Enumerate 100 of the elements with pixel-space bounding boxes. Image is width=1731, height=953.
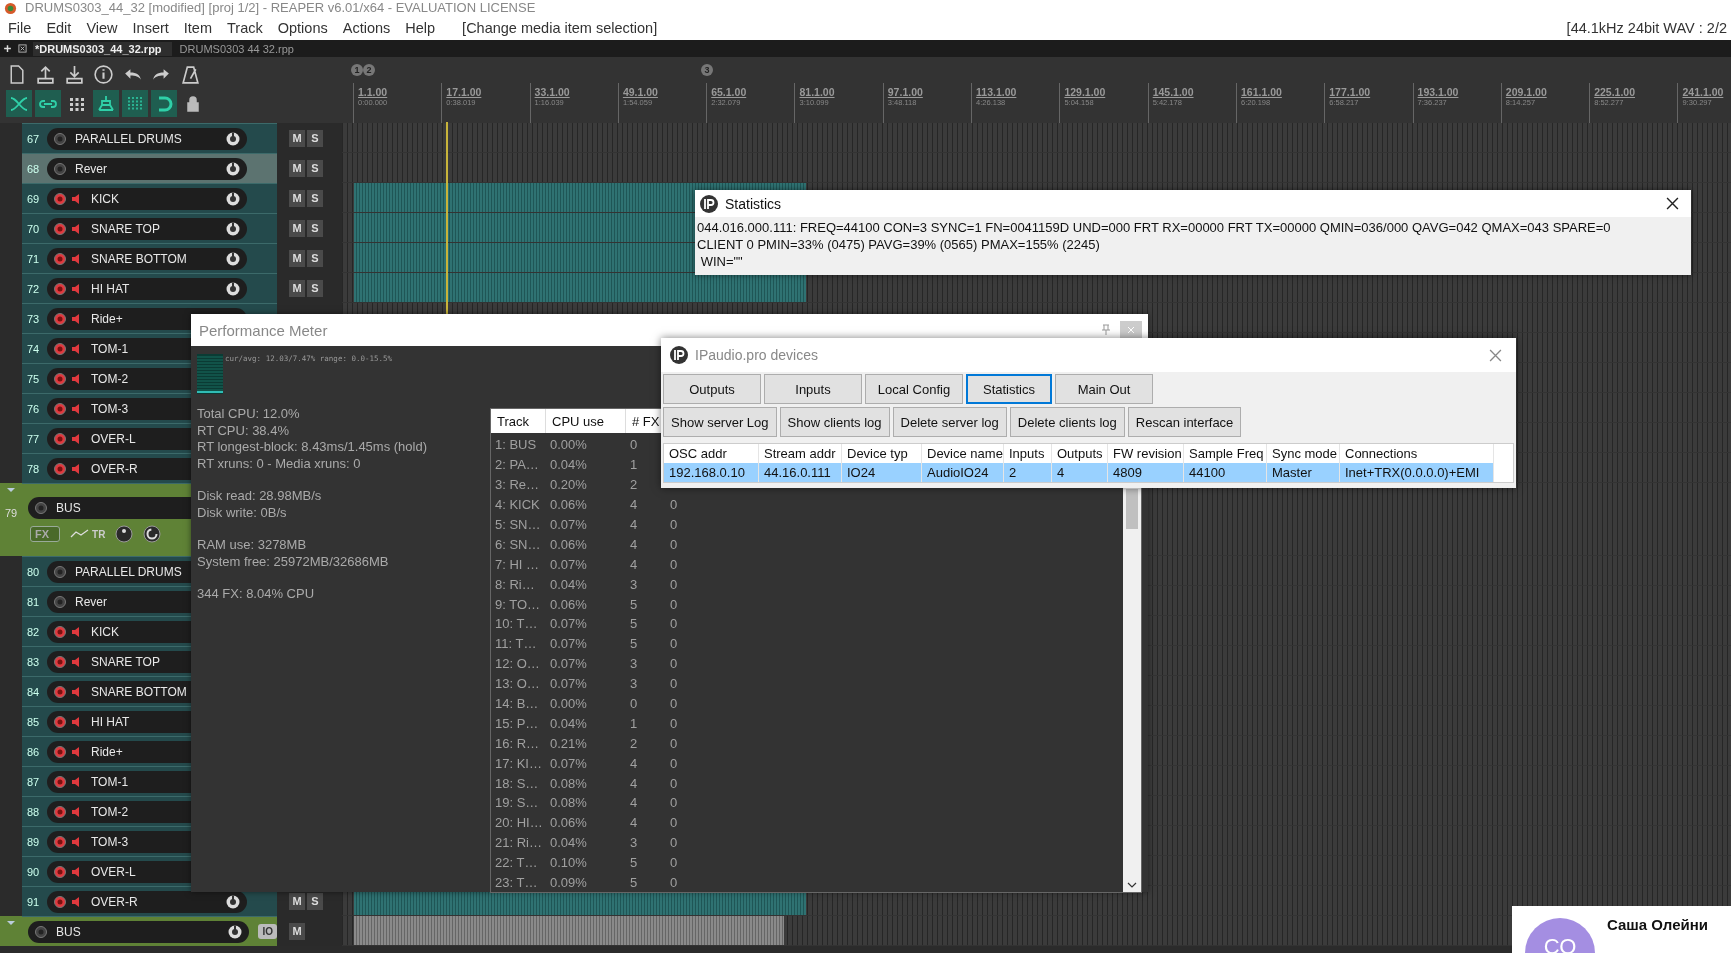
snap-toggle[interactable] bbox=[151, 90, 177, 117]
pan-knob[interactable] bbox=[143, 525, 162, 543]
tab-button[interactable]: Main Out bbox=[1055, 374, 1153, 404]
io-button[interactable]: IO bbox=[258, 924, 277, 939]
record-arm-icon[interactable] bbox=[53, 564, 67, 579]
plus-icon[interactable] bbox=[3, 44, 12, 53]
menu-item[interactable]: Options bbox=[277, 20, 328, 36]
action-button[interactable]: Show server Log bbox=[663, 407, 777, 437]
record-arm-icon[interactable] bbox=[53, 744, 67, 759]
marker-flag[interactable]: 3 bbox=[701, 64, 713, 76]
scroll-thumb[interactable] bbox=[1126, 489, 1138, 529]
solo-button[interactable]: S bbox=[307, 249, 323, 267]
record-arm-icon[interactable] bbox=[53, 161, 67, 176]
menu-item[interactable]: View bbox=[86, 20, 118, 36]
menu-item[interactable]: Help bbox=[405, 20, 436, 36]
record-arm-icon[interactable] bbox=[53, 804, 67, 819]
close-icon[interactable] bbox=[18, 44, 27, 53]
pan-knob[interactable] bbox=[227, 923, 244, 940]
mute-button[interactable]: M bbox=[289, 249, 305, 267]
record-arm-icon[interactable] bbox=[53, 714, 67, 729]
pan-knob[interactable] bbox=[225, 220, 241, 237]
record-arm-icon[interactable] bbox=[53, 131, 67, 146]
solo-button[interactable]: S bbox=[307, 159, 323, 177]
record-arm-icon[interactable] bbox=[53, 864, 67, 879]
tab-button[interactable]: Statistics bbox=[966, 374, 1052, 404]
close-button[interactable] bbox=[1120, 321, 1142, 339]
track-panel[interactable]: 91 OVER-R bbox=[22, 886, 277, 916]
record-arm-icon[interactable] bbox=[34, 924, 48, 939]
device-row[interactable]: 192.168.0.10 44.16.0.111 IO24 AudioIO24 2 4 4809 44100 Master Inet+TRX(0.0.0.0)+EMI bbox=[664, 463, 1494, 482]
menu-item[interactable]: Insert bbox=[132, 20, 169, 36]
record-arm-icon[interactable] bbox=[53, 684, 67, 699]
record-arm-icon[interactable] bbox=[53, 281, 67, 296]
pin-icon[interactable] bbox=[1100, 324, 1112, 336]
menu-item[interactable]: Edit bbox=[46, 20, 72, 36]
column-header[interactable]: CPU use bbox=[546, 409, 626, 433]
solo-button[interactable]: S bbox=[307, 129, 323, 147]
metronome-icon[interactable] bbox=[180, 63, 201, 85]
track-panel[interactable]: 70 SNARE TOP bbox=[22, 213, 277, 243]
mute-button[interactable]: M bbox=[289, 279, 305, 297]
project-tab[interactable]: *DRUMS0303_44_32.rpp bbox=[33, 41, 172, 56]
record-arm-icon[interactable] bbox=[53, 624, 67, 639]
mute-button[interactable]: M bbox=[289, 129, 305, 147]
collapse-icon[interactable] bbox=[6, 920, 16, 926]
marker-flag[interactable]: 1 bbox=[351, 64, 363, 76]
volume-knob[interactable] bbox=[115, 525, 134, 543]
project-tab[interactable]: DRUMS0303 44 32.rpp bbox=[177, 41, 304, 56]
track-panel[interactable]: 72 HI HAT bbox=[22, 273, 277, 303]
action-button[interactable]: Delete clients log bbox=[1009, 407, 1125, 437]
pan-knob[interactable] bbox=[225, 893, 241, 910]
action-button[interactable]: Show clients log bbox=[779, 407, 890, 437]
mute-button[interactable]: M bbox=[289, 892, 305, 910]
action-button[interactable]: Delete server log bbox=[892, 407, 1007, 437]
pan-knob[interactable] bbox=[225, 160, 241, 177]
marker-flag[interactable]: 2 bbox=[363, 64, 375, 76]
menu-item[interactable]: Actions bbox=[342, 20, 391, 36]
record-arm-icon[interactable] bbox=[53, 341, 67, 356]
solo-button[interactable]: S bbox=[307, 189, 323, 207]
ripple-toggle[interactable] bbox=[93, 90, 119, 117]
pan-knob[interactable] bbox=[225, 250, 241, 267]
menu-item[interactable]: Track bbox=[227, 20, 263, 36]
link-toggle[interactable] bbox=[35, 90, 61, 117]
download-icon[interactable] bbox=[64, 63, 85, 85]
upload-icon[interactable] bbox=[35, 63, 56, 85]
pan-knob[interactable] bbox=[225, 190, 241, 207]
record-arm-icon[interactable] bbox=[53, 774, 67, 789]
record-arm-icon[interactable] bbox=[53, 431, 67, 446]
record-arm-icon[interactable] bbox=[53, 251, 67, 266]
record-arm-icon[interactable] bbox=[53, 191, 67, 206]
track-panel[interactable]: 68 Rever bbox=[22, 153, 277, 183]
solo-button[interactable]: S bbox=[307, 892, 323, 910]
crossfade-toggle[interactable] bbox=[6, 90, 32, 117]
lines-toggle[interactable] bbox=[122, 90, 148, 117]
track-panel[interactable]: 69 KICK bbox=[22, 183, 277, 213]
record-arm-icon[interactable] bbox=[53, 894, 67, 909]
tab-button[interactable]: Local Config bbox=[865, 374, 963, 404]
record-arm-icon[interactable] bbox=[53, 371, 67, 386]
collapse-icon[interactable] bbox=[6, 487, 16, 493]
record-arm-icon[interactable] bbox=[53, 221, 67, 236]
record-arm-icon[interactable] bbox=[53, 654, 67, 669]
record-arm-icon[interactable] bbox=[53, 461, 67, 476]
menu-item[interactable]: File bbox=[8, 20, 32, 36]
record-arm-icon[interactable] bbox=[53, 594, 67, 609]
solo-button[interactable]: S bbox=[307, 219, 323, 237]
menu-item[interactable]: Item bbox=[183, 20, 212, 36]
tab-button[interactable]: Inputs bbox=[764, 374, 862, 404]
record-arm-icon[interactable] bbox=[34, 501, 48, 515]
mute-button[interactable]: M bbox=[289, 189, 305, 207]
column-header[interactable]: Track bbox=[491, 409, 546, 433]
record-arm-icon[interactable] bbox=[53, 834, 67, 849]
mute-button[interactable]: M bbox=[289, 159, 305, 177]
track-panel[interactable]: BUS IO bbox=[22, 916, 277, 946]
pan-knob[interactable] bbox=[225, 130, 241, 147]
tab-button[interactable]: Outputs bbox=[663, 374, 761, 404]
record-arm-icon[interactable] bbox=[53, 401, 67, 416]
record-arm-icon[interactable] bbox=[53, 311, 67, 326]
track-panel[interactable]: 71 SNARE BOTTOM bbox=[22, 243, 277, 273]
mute-button[interactable]: M bbox=[289, 922, 305, 940]
track-panel[interactable]: 67 PARALLEL DRUMS bbox=[22, 123, 277, 153]
mute-button[interactable]: M bbox=[289, 219, 305, 237]
action-button[interactable]: Rescan interface bbox=[1127, 407, 1242, 437]
